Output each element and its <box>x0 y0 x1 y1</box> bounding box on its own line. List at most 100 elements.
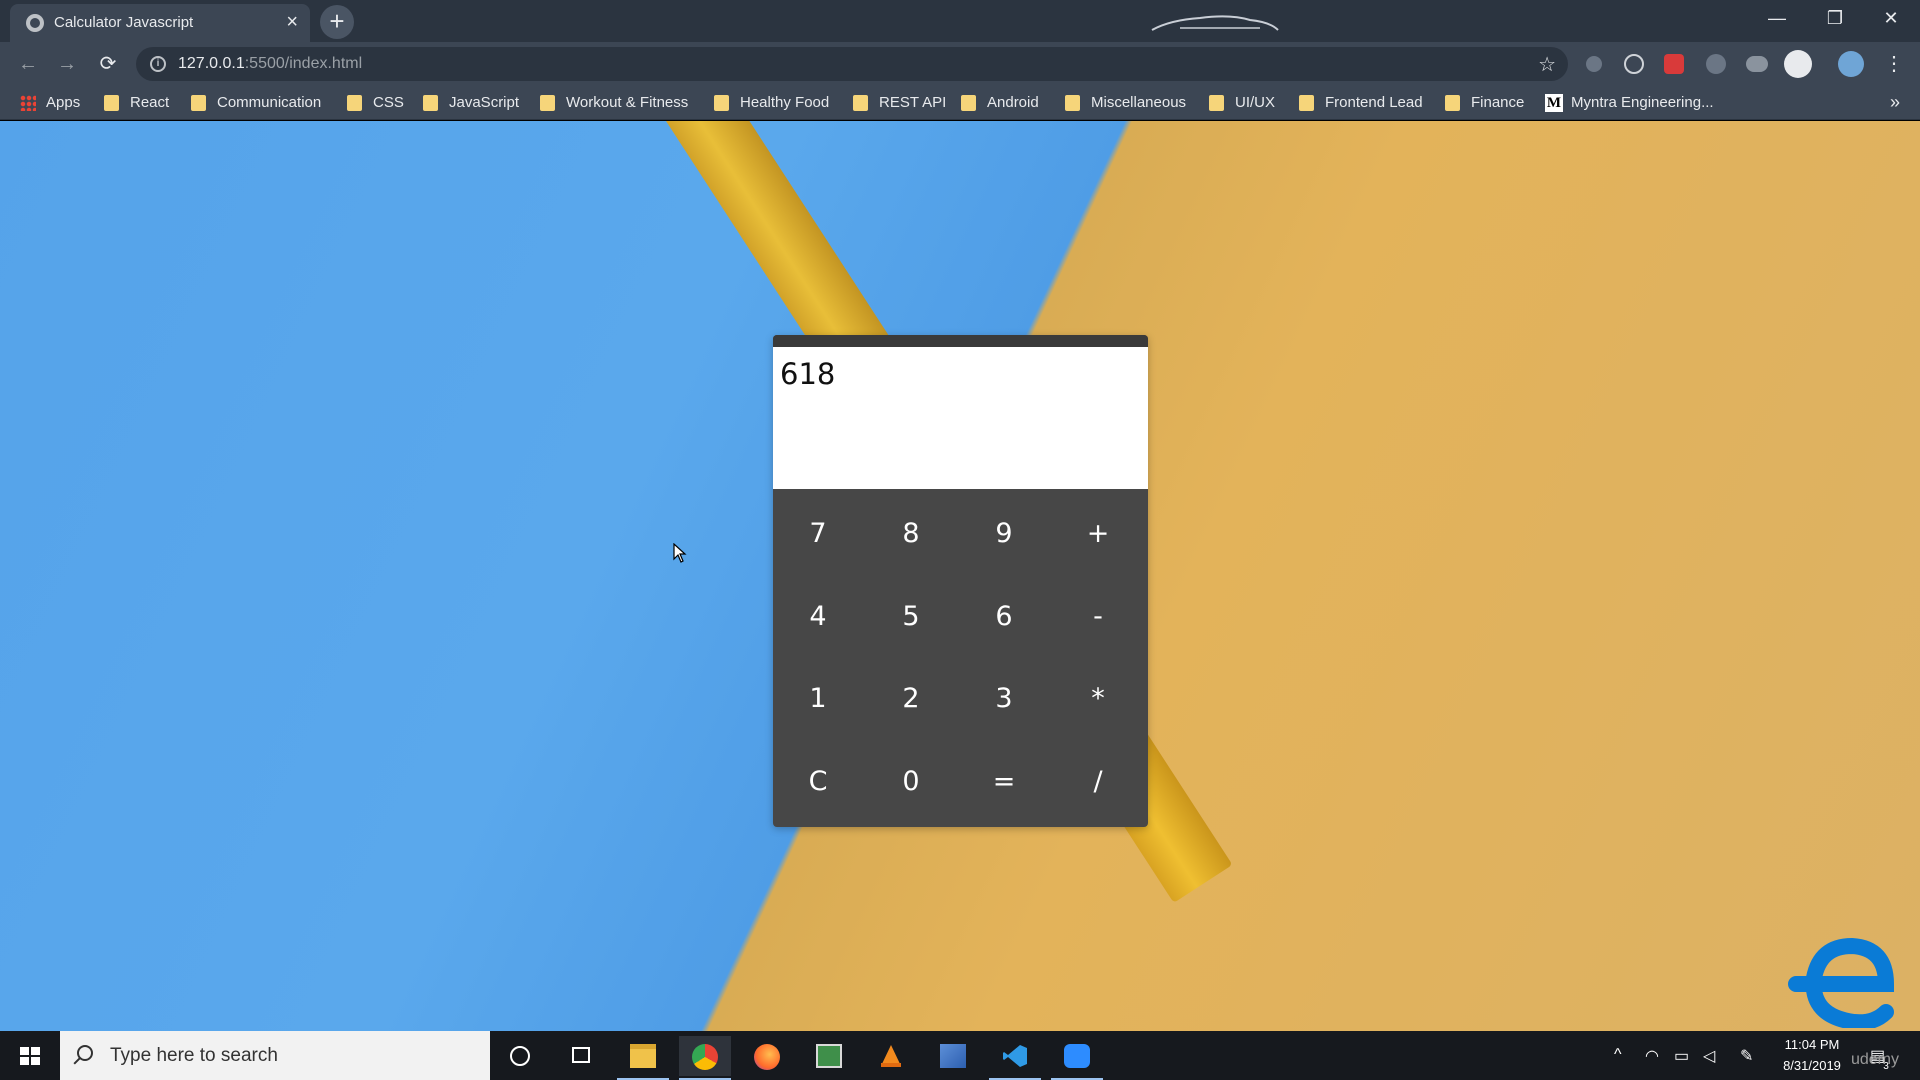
cortana-icon <box>510 1046 530 1066</box>
cortana-button[interactable] <box>494 1036 546 1076</box>
taskbar-app[interactable] <box>803 1036 855 1076</box>
windows-taskbar: Type here to search ^ ◠ ▭ ◁ ✎ 11:04 PM 8… <box>0 1031 1920 1080</box>
file-explorer-icon <box>630 1044 656 1068</box>
folder-icon <box>540 95 555 111</box>
folder-icon <box>1299 95 1314 111</box>
taskbar-zoom[interactable] <box>1051 1036 1103 1080</box>
info-icon[interactable]: i <box>150 56 166 72</box>
key-clear[interactable]: C <box>778 747 858 817</box>
menu-icon[interactable]: ⋮ <box>1880 50 1908 78</box>
key-plus[interactable]: + <box>1058 499 1138 569</box>
taskbar-file-explorer[interactable] <box>617 1036 669 1080</box>
browser-toolbar: ← → ⟳ i 127.0.0.1:5500/index.html ☆ ⋮ <box>0 42 1920 86</box>
new-tab-button[interactable]: + <box>320 5 354 39</box>
adblock-icon[interactable] <box>1746 56 1768 72</box>
bookmark-medium[interactable]: M Myntra Engineering... <box>1545 94 1714 114</box>
bookmark-folder[interactable]: Healthy Food <box>714 94 829 114</box>
vscode-icon <box>1003 1045 1027 1067</box>
key-0[interactable]: 0 <box>871 747 951 817</box>
key-6[interactable]: 6 <box>964 582 1044 652</box>
calculator-top-bar <box>773 335 1148 347</box>
bookmark-folder[interactable]: Finance <box>1445 94 1524 114</box>
bookmark-label: Frontend Lead <box>1325 94 1423 111</box>
folder-icon <box>1445 95 1460 111</box>
key-5[interactable]: 5 <box>871 582 951 652</box>
start-button[interactable] <box>0 1031 60 1080</box>
taskbar-chrome[interactable] <box>679 1036 731 1080</box>
minimize-button[interactable]: — <box>1748 0 1806 36</box>
url-text: 127.0.0.1:5500/index.html <box>178 55 362 73</box>
search-placeholder: Type here to search <box>110 1045 278 1066</box>
bookmark-folder[interactable]: Android <box>961 94 1039 114</box>
zoom-icon <box>1064 1044 1090 1068</box>
taskbar-search[interactable]: Type here to search <box>60 1031 490 1080</box>
bookmarks-overflow-icon[interactable]: » <box>1890 92 1900 113</box>
bookmark-label: Apps <box>46 94 81 111</box>
tab-close-icon[interactable]: × <box>286 11 298 33</box>
calculator: 618 7 8 9 + 4 5 6 - 1 2 3 * C 0 = / <box>773 335 1148 827</box>
url-path: :5500/index.html <box>244 55 363 72</box>
key-9[interactable]: 9 <box>964 499 1044 569</box>
bookmark-star-icon[interactable]: ☆ <box>1538 52 1556 77</box>
pocket-icon[interactable] <box>1664 54 1684 74</box>
task-view-button[interactable] <box>555 1036 607 1076</box>
pen-icon[interactable]: ✎ <box>1740 1046 1753 1066</box>
taskbar-network-app[interactable] <box>927 1036 979 1076</box>
key-divide[interactable]: / <box>1058 747 1138 817</box>
bookmark-folder[interactable]: JavaScript <box>423 94 519 114</box>
key-7[interactable]: 7 <box>778 499 858 569</box>
react-devtools-icon[interactable] <box>1624 54 1644 74</box>
browser-tab[interactable]: Calculator Javascript × <box>10 4 310 42</box>
folder-icon <box>423 95 438 111</box>
volume-icon[interactable]: ◁ <box>1703 1046 1715 1066</box>
clock-time[interactable]: 11:04 PM <box>1772 1037 1852 1052</box>
key-equals[interactable]: = <box>964 747 1044 817</box>
address-bar[interactable]: i 127.0.0.1:5500/index.html ☆ <box>136 47 1568 81</box>
bookmark-label: Communication <box>217 94 322 111</box>
extension-icon[interactable] <box>1586 56 1602 72</box>
key-3[interactable]: 3 <box>964 664 1044 734</box>
bookmark-folder[interactable]: CSS <box>347 94 404 114</box>
profile-avatar[interactable] <box>1838 51 1864 77</box>
bookmark-folder[interactable]: Frontend Lead <box>1299 94 1423 114</box>
close-window-button[interactable]: ✕ <box>1862 0 1920 36</box>
bookmark-label: Finance <box>1471 94 1525 111</box>
bookmark-label: Android <box>987 94 1039 111</box>
show-hidden-icons[interactable]: ^ <box>1614 1046 1622 1064</box>
battery-icon[interactable]: ▭ <box>1674 1046 1689 1066</box>
key-minus[interactable]: - <box>1058 582 1138 652</box>
bookmark-folder[interactable]: Workout & Fitness <box>540 94 688 114</box>
bookmark-label: CSS <box>373 94 404 111</box>
bookmarks-bar: Apps React Communication CSS JavaScript … <box>0 86 1920 120</box>
taskbar-firefox[interactable] <box>741 1036 793 1076</box>
vlc-icon <box>881 1045 901 1067</box>
key-8[interactable]: 8 <box>871 499 951 569</box>
restore-button[interactable]: ❐ <box>1806 0 1864 36</box>
firefox-icon <box>754 1044 780 1070</box>
back-button[interactable]: ← <box>14 50 42 78</box>
network-app-icon <box>940 1044 966 1068</box>
key-multiply[interactable]: * <box>1058 664 1138 734</box>
wifi-icon[interactable]: ◠ <box>1645 1046 1659 1066</box>
bookmark-folder[interactable]: React <box>104 94 169 114</box>
key-4[interactable]: 4 <box>778 582 858 652</box>
key-2[interactable]: 2 <box>871 664 951 734</box>
taskbar-vlc[interactable] <box>865 1036 917 1076</box>
extension-icon[interactable] <box>1784 50 1812 78</box>
bookmark-apps[interactable]: Apps <box>20 94 80 114</box>
tab-title: Calculator Javascript <box>54 14 194 31</box>
bookmark-folder[interactable]: UI/UX <box>1209 94 1275 114</box>
bookmark-label: Myntra Engineering... <box>1571 94 1714 111</box>
bookmark-folder[interactable]: Communication <box>191 94 321 114</box>
search-icon <box>77 1045 93 1061</box>
extension-icon[interactable] <box>1706 54 1726 74</box>
url-host: 127.0.0.1 <box>178 55 245 72</box>
taskbar-vscode[interactable] <box>989 1036 1041 1080</box>
bookmark-folder[interactable]: REST API <box>853 94 946 114</box>
reload-button[interactable]: ⟳ <box>94 50 122 78</box>
task-view-icon <box>572 1047 590 1063</box>
folder-icon <box>1209 95 1224 111</box>
key-1[interactable]: 1 <box>778 664 858 734</box>
bookmark-folder[interactable]: Miscellaneous <box>1065 94 1186 114</box>
forward-button[interactable]: → <box>53 50 81 78</box>
